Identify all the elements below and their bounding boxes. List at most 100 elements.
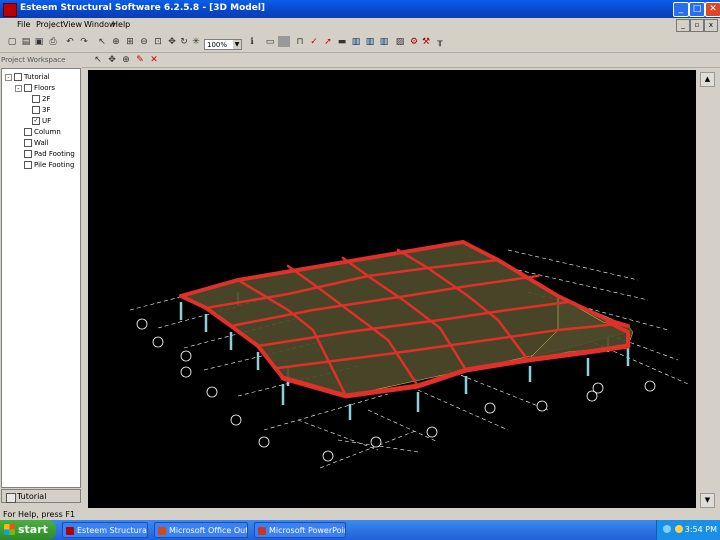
windows-logo-icon (4, 524, 15, 535)
menu-window[interactable]: Window (84, 20, 116, 29)
chevron-down-icon[interactable]: ▼ (233, 40, 241, 49)
tree-node-wall[interactable]: Wall (24, 139, 49, 147)
scroll-down-icon[interactable]: ▼ (700, 493, 715, 508)
checkbox-checked-icon[interactable]: ✓ (32, 117, 40, 125)
slab-icon[interactable]: ▬ (336, 36, 348, 47)
undo-icon[interactable]: ↶ (64, 36, 76, 47)
tree-node-label: Floors (34, 84, 56, 92)
magnify-icon[interactable]: ⊕ (120, 54, 132, 65)
beam-icon[interactable]: ⊓ (294, 36, 306, 47)
project-tree: - Tutorial - Floors 2F 3F ✓ UF Column Wall … (1, 68, 81, 488)
menu-project[interactable]: Project (36, 20, 63, 29)
tree-node-label: Pad Footing (34, 150, 75, 158)
status-bar: For Help, press F1 (0, 509, 720, 520)
settings-icon[interactable]: ⚙ (408, 36, 420, 47)
clock[interactable]: 3:54 PM (685, 525, 717, 534)
tree-node-2f[interactable]: 2F (32, 95, 50, 103)
marker-icon[interactable]: ➚ (322, 36, 334, 47)
tab-tutorial[interactable]: Tutorial (1, 489, 81, 503)
menu-file[interactable]: File (17, 20, 30, 29)
security-icon[interactable] (675, 525, 683, 533)
tree-node-pile-footing[interactable]: Pile Footing (24, 161, 74, 169)
column-icon[interactable]: ╥ (434, 36, 446, 47)
tree-node-uf[interactable]: ✓ UF (32, 117, 51, 125)
tree-node-column[interactable]: Column (24, 128, 61, 136)
maximize-button[interactable]: □ (689, 2, 705, 17)
collapse-icon[interactable]: - (5, 73, 12, 81)
esteem-app-icon (66, 527, 74, 535)
tools-icon[interactable]: ⚒ (420, 36, 432, 47)
mdi-restore-button[interactable]: ▫ (690, 19, 704, 32)
tree-node-label: UF (42, 117, 52, 125)
zoom-value: 100% (207, 41, 228, 49)
tree-node-floors[interactable]: - Floors (15, 84, 55, 92)
rotate-icon[interactable]: ↻ (178, 36, 190, 47)
3d-viewport[interactable] (88, 70, 696, 508)
minimize-button[interactable]: _ (673, 2, 689, 17)
move-icon[interactable]: ✥ (106, 54, 118, 65)
edit-icon[interactable]: ✎ (134, 54, 146, 65)
frame-icon[interactable]: ▭ (264, 36, 276, 47)
zoom-out-icon[interactable]: ⊖ (138, 36, 150, 47)
pan-icon[interactable]: ✥ (166, 36, 178, 47)
zoom-in-icon[interactable]: ⊕ (110, 36, 122, 47)
checkbox-icon[interactable] (24, 128, 32, 136)
task-powerpoint[interactable]: Microsoft PowerPoint ... (254, 522, 346, 538)
report3-icon[interactable]: ▥ (378, 36, 390, 47)
pointer-icon[interactable]: ↖ (96, 36, 108, 47)
checkbox-icon[interactable] (24, 161, 32, 169)
task-esteem[interactable]: Esteem Structural Sof... (62, 522, 148, 538)
zoom-window-icon[interactable]: ⊞ (124, 36, 136, 47)
outlook-app-icon (158, 527, 166, 535)
report-icon[interactable]: ▥ (350, 36, 362, 47)
checkbox-icon[interactable] (24, 150, 32, 158)
app-icon[interactable] (3, 3, 17, 17)
title-bar: Esteem Structural Software 6.2.5.8 - [3D… (0, 0, 720, 18)
checkbox-icon[interactable] (32, 95, 40, 103)
system-tray: 3:54 PM (656, 520, 720, 540)
light-icon[interactable]: ✳ (190, 36, 202, 47)
save-icon[interactable]: ▣ (33, 36, 45, 47)
checkbox-icon[interactable] (24, 139, 32, 147)
solid-icon[interactable] (278, 36, 290, 47)
mdi-minimize-button[interactable]: _ (676, 19, 690, 32)
scroll-up-icon[interactable]: ▲ (700, 72, 715, 87)
tree-node-label: 3F (42, 106, 51, 114)
new-file-icon[interactable]: ▢ (6, 36, 18, 47)
close-button[interactable]: ✕ (705, 2, 720, 17)
zoom-extents-icon[interactable]: ⊡ (152, 36, 164, 47)
window-title: Esteem Structural Software 6.2.5.8 - [3D… (20, 3, 266, 13)
menu-help[interactable]: Help (112, 20, 130, 29)
collapse-icon[interactable]: - (15, 84, 22, 92)
print-icon[interactable]: ⎙ (47, 36, 59, 47)
open-folder-icon[interactable]: ▤ (20, 36, 32, 47)
status-text: For Help, press F1 (3, 510, 76, 519)
network-icon[interactable] (663, 525, 671, 533)
tree-node-3f[interactable]: 3F (32, 106, 50, 114)
delete-icon[interactable]: ✕ (148, 54, 160, 65)
task-label: Microsoft PowerPoint ... (269, 526, 345, 535)
task-label: Esteem Structural Sof... (77, 526, 148, 535)
redo-icon[interactable]: ↷ (78, 36, 90, 47)
check-icon[interactable]: ✓ (308, 36, 320, 47)
task-outlook[interactable]: Microsoft Office Outl... (154, 522, 248, 538)
tree-icon (6, 493, 16, 503)
tree-node-label: Wall (34, 139, 49, 147)
select-icon[interactable]: ↖ (92, 54, 104, 65)
layout-icon[interactable]: ▨ (394, 36, 406, 47)
checkbox-icon[interactable] (14, 73, 22, 81)
view-toolbar: ↖ ✥ ⊕ ✎ ✕ (82, 53, 720, 68)
checkbox-icon[interactable] (24, 84, 32, 92)
zoom-select[interactable]: 100% ▼ (204, 39, 242, 50)
report2-icon[interactable]: ▥ (364, 36, 376, 47)
menu-view[interactable]: View (63, 20, 82, 29)
slabs (180, 241, 634, 397)
info-icon[interactable]: ℹ (246, 36, 258, 47)
vertical-scrollbar[interactable]: ▲ ▼ (697, 70, 716, 508)
explorer-header: Project Workspace (1, 56, 81, 67)
checkbox-icon[interactable] (32, 106, 40, 114)
tree-node-pad-footing[interactable]: Pad Footing (24, 150, 75, 158)
start-button[interactable]: start (0, 520, 56, 540)
mdi-close-button[interactable]: x (704, 19, 718, 32)
tree-node-tutorial[interactable]: - Tutorial (5, 73, 50, 81)
